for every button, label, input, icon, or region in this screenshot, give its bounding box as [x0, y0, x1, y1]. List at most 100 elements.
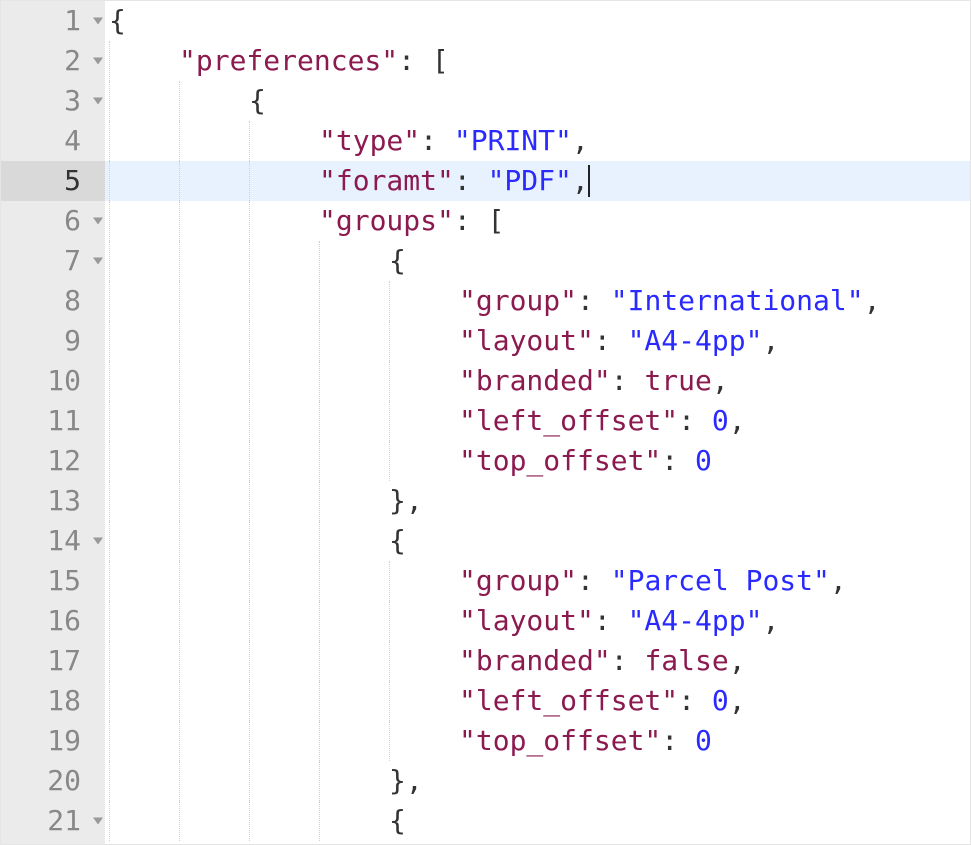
token-punct: :	[678, 684, 712, 717]
token-key: "branded"	[459, 364, 611, 397]
indent-guide	[319, 441, 389, 481]
token-punct: :	[594, 324, 628, 357]
token-punct: {	[389, 244, 406, 277]
token-punct: ,	[729, 644, 746, 677]
token-punct: ,	[729, 404, 746, 437]
indent-guide	[389, 601, 459, 641]
code-line[interactable]: "preferences": [	[105, 41, 970, 81]
code-line[interactable]: "foramt": "PDF",	[105, 161, 970, 201]
indent-guide	[109, 361, 179, 401]
indent-guide	[109, 201, 179, 241]
code-line[interactable]: "type": "PRINT",	[105, 121, 970, 161]
token-punct: :	[454, 164, 488, 197]
token-boolean: false	[644, 644, 728, 677]
line-number: 9	[1, 321, 105, 361]
code-line[interactable]: "groups": [	[105, 201, 970, 241]
indent-guide	[319, 761, 389, 801]
indent-guide	[249, 321, 319, 361]
indent-guide	[249, 281, 319, 321]
indent-guide	[389, 281, 459, 321]
indent-guide	[109, 441, 179, 481]
indent-guide	[109, 801, 179, 841]
fold-toggle-icon[interactable]	[93, 818, 103, 825]
indent-guide	[109, 561, 179, 601]
token-punct: :	[420, 124, 454, 157]
code-line[interactable]: "branded": false,	[105, 641, 970, 681]
line-number-text: 1	[64, 4, 81, 37]
indent-guide	[109, 401, 179, 441]
line-number: 11	[1, 401, 105, 441]
token-key: "top_offset"	[459, 444, 661, 477]
code-line[interactable]: "top_offset": 0	[105, 441, 970, 481]
code-area[interactable]: {"preferences": [{"type": "PRINT","foram…	[105, 1, 970, 844]
fold-toggle-icon[interactable]	[93, 18, 103, 25]
indent-guide	[109, 41, 179, 81]
code-line[interactable]: "group": "International",	[105, 281, 970, 321]
fold-toggle-icon[interactable]	[93, 218, 103, 225]
fold-toggle-icon[interactable]	[93, 258, 103, 265]
fold-toggle-icon[interactable]	[93, 98, 103, 105]
indent-guide	[389, 561, 459, 601]
code-line[interactable]: "group": "Parcel Post",	[105, 561, 970, 601]
indent-guide	[109, 321, 179, 361]
indent-guide	[109, 601, 179, 641]
code-line[interactable]: "layout": "A4-4pp",	[105, 601, 970, 641]
code-line[interactable]: {	[105, 801, 970, 841]
indent-guide	[249, 601, 319, 641]
code-line[interactable]: "branded": true,	[105, 361, 970, 401]
line-number: 2	[1, 41, 105, 81]
token-string: "A4-4pp"	[628, 604, 763, 637]
fold-toggle-icon[interactable]	[93, 58, 103, 65]
code-line[interactable]: {	[105, 1, 970, 41]
token-punct: :	[577, 564, 611, 597]
indent-guide	[319, 281, 389, 321]
token-punct: :	[678, 404, 712, 437]
indent-guide	[179, 761, 249, 801]
token-punct: :	[577, 284, 611, 317]
code-line[interactable]: "layout": "A4-4pp",	[105, 321, 970, 361]
indent-guide	[249, 561, 319, 601]
line-number: 13	[1, 481, 105, 521]
token-punct: {	[109, 4, 126, 37]
indent-guide	[109, 121, 179, 161]
token-punct: },	[389, 484, 423, 517]
line-number: 7	[1, 241, 105, 281]
line-number-text: 19	[47, 724, 81, 757]
line-number-text: 3	[64, 84, 81, 117]
code-line[interactable]: {	[105, 521, 970, 561]
token-punct: {	[389, 804, 406, 837]
indent-guide	[319, 641, 389, 681]
indent-guide	[109, 641, 179, 681]
token-punct: :	[454, 204, 488, 237]
line-number: 19	[1, 721, 105, 761]
text-cursor	[588, 165, 590, 197]
token-number: 0	[712, 404, 729, 437]
code-editor[interactable]: 123456789101112131415161718192021 {"pref…	[0, 0, 971, 845]
indent-guide	[109, 481, 179, 521]
token-number: 0	[695, 444, 712, 477]
line-number-text: 16	[47, 604, 81, 637]
code-line[interactable]: {	[105, 81, 970, 121]
code-line[interactable]: "top_offset": 0	[105, 721, 970, 761]
token-punct: ,	[572, 124, 589, 157]
indent-guide	[319, 721, 389, 761]
indent-guide	[109, 521, 179, 561]
code-line[interactable]: "left_offset": 0,	[105, 681, 970, 721]
indent-guide	[319, 801, 389, 841]
indent-guide	[249, 441, 319, 481]
token-key: "left_offset"	[459, 404, 678, 437]
code-line[interactable]: },	[105, 761, 970, 801]
line-number: 1	[1, 1, 105, 41]
code-line[interactable]: },	[105, 481, 970, 521]
indent-guide	[389, 401, 459, 441]
indent-guide	[179, 401, 249, 441]
token-punct: ,	[762, 604, 779, 637]
code-line[interactable]: {	[105, 241, 970, 281]
code-line[interactable]: "left_offset": 0,	[105, 401, 970, 441]
indent-guide	[389, 321, 459, 361]
indent-guide	[179, 161, 249, 201]
line-number: 5	[1, 161, 105, 201]
fold-toggle-icon[interactable]	[93, 538, 103, 545]
line-number-text: 21	[47, 804, 81, 837]
token-number: 0	[695, 724, 712, 757]
